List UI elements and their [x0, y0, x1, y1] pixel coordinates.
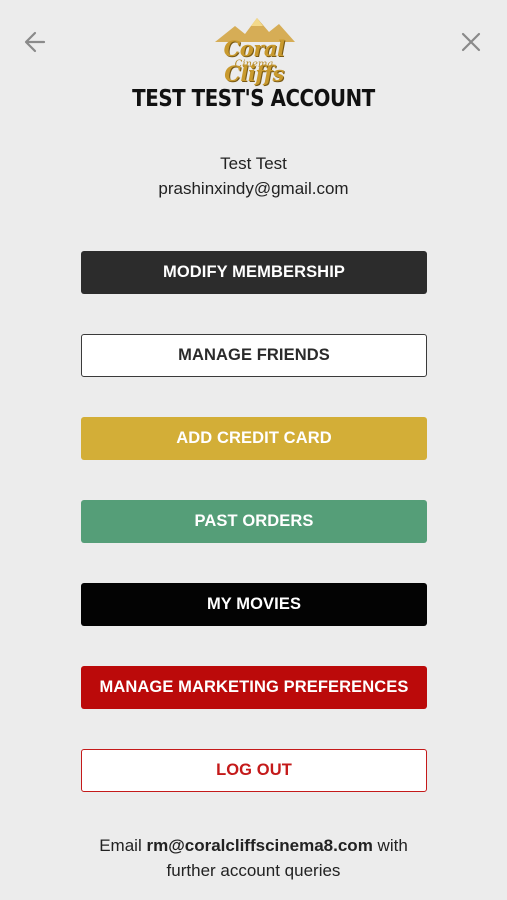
- modify-membership-label: MODIFY MEMBERSHIP: [163, 263, 345, 281]
- support-email-link[interactable]: rm@coralcliffscinema8.com: [146, 836, 372, 855]
- footer-prefix: Email: [99, 836, 142, 855]
- modify-membership-button[interactable]: MODIFY MEMBERSHIP: [81, 251, 427, 294]
- add-credit-card-button[interactable]: ADD CREDIT CARD: [81, 417, 427, 460]
- footer-suffix: with: [377, 836, 408, 855]
- manage-marketing-preferences-button[interactable]: MANAGE MARKETING PREFERENCES: [81, 666, 427, 709]
- log-out-label: LOG OUT: [216, 761, 292, 779]
- my-movies-button[interactable]: MY MOVIES: [81, 583, 427, 626]
- manage-marketing-preferences-label: MANAGE MARKETING PREFERENCES: [99, 678, 409, 696]
- manage-friends-button[interactable]: MANAGE FRIENDS: [81, 334, 427, 377]
- close-button[interactable]: [457, 28, 485, 56]
- past-orders-button[interactable]: PAST ORDERS: [81, 500, 427, 543]
- page-title: TEST TEST'S ACCOUNT: [132, 86, 375, 112]
- manage-friends-label: MANAGE FRIENDS: [178, 346, 330, 364]
- close-icon: [461, 32, 481, 52]
- past-orders-label: PAST ORDERS: [194, 512, 314, 530]
- back-button[interactable]: [22, 28, 50, 56]
- top-bar: Coral Cliffs Cinema: [0, 0, 507, 86]
- support-footer: Email rm@coralcliffscinema8.com with fur…: [0, 833, 507, 883]
- user-name: Test Test: [220, 154, 287, 173]
- log-out-button[interactable]: LOG OUT: [81, 749, 427, 792]
- add-credit-card-label: ADD CREDIT CARD: [176, 429, 332, 447]
- user-email: prashinxindy@gmail.com: [158, 179, 349, 198]
- logo-subtext: Cinema: [234, 59, 274, 70]
- footer-line-1: Email rm@coralcliffscinema8.com with: [0, 833, 507, 858]
- my-movies-label: MY MOVIES: [206, 595, 302, 613]
- arrow-left-icon: [24, 31, 46, 53]
- footer-line-2: further account queries: [166, 861, 341, 880]
- brand-logo: Coral Cliffs Cinema: [197, 14, 311, 86]
